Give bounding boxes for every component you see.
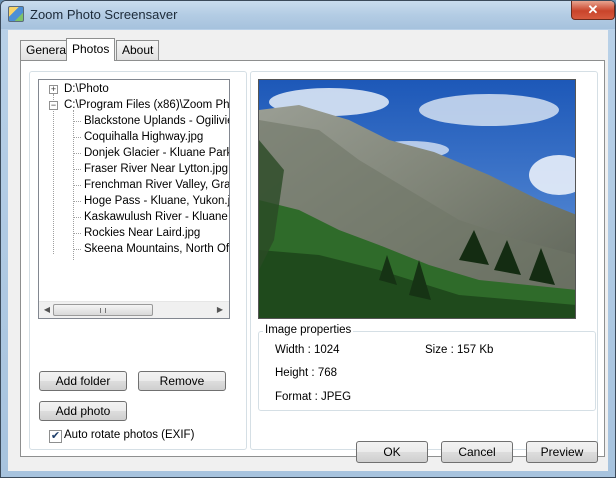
grip-icon: [100, 308, 106, 313]
close-button[interactable]: ✕: [571, 1, 615, 20]
tree-item-label: Rockies Near Laird.jpg: [84, 227, 201, 239]
tree-connector: [73, 249, 81, 250]
landscape-image: [259, 80, 575, 318]
image-height: Height : 768: [275, 367, 338, 379]
auto-rotate-checkbox[interactable]: ✔: [49, 430, 62, 443]
scroll-left-icon[interactable]: ◀: [42, 305, 52, 315]
tree-connector: [73, 169, 81, 170]
tab-photos[interactable]: Photos: [66, 38, 116, 61]
image-width: Width : 1024: [275, 344, 340, 356]
tree-item-label: Skeena Mountains, North Of K: [84, 243, 230, 255]
cancel-button[interactable]: Cancel: [441, 441, 513, 463]
image-size: Size : 157 Kb: [425, 344, 494, 356]
photo-preview: [258, 79, 576, 319]
scroll-right-icon[interactable]: ▶: [215, 305, 225, 315]
ok-button[interactable]: OK: [356, 441, 428, 463]
photos-tab-page: + D:\Photo − C:\Program Files (x86)\Zoom…: [20, 60, 605, 457]
tab-about[interactable]: About: [116, 40, 160, 60]
auto-rotate-label: Auto rotate photos (EXIF): [64, 429, 195, 441]
remove-button[interactable]: Remove: [138, 371, 226, 391]
scroll-thumb[interactable]: [53, 304, 153, 316]
plus-icon[interactable]: +: [49, 85, 58, 94]
tree-connector: [73, 121, 81, 122]
tree-item-label: Blackstone Uplands - Ogilivie I: [84, 115, 230, 127]
add-folder-button[interactable]: Add folder: [39, 371, 127, 391]
tree-item-label: Kaskawulush River - Kluane N: [84, 211, 230, 223]
tree-item-label: Hoge Pass - Kluane, Yukon.jp: [84, 195, 230, 207]
tree-item-label: Frenchman River Valley, Grass: [84, 179, 230, 191]
close-icon: ✕: [587, 2, 599, 17]
app-icon: [8, 6, 24, 22]
folder-tree[interactable]: + D:\Photo − C:\Program Files (x86)\Zoom…: [38, 79, 230, 319]
window-title: Zoom Photo Screensaver: [30, 7, 178, 22]
tree-connector: [73, 153, 81, 154]
tree-connector: [73, 201, 81, 202]
horizontal-scrollbar[interactable]: ◀ ▶: [39, 301, 229, 318]
image-format: Format : JPEG: [275, 391, 352, 403]
tree-item-label: C:\Program Files (x86)\Zoom Phot: [64, 99, 230, 111]
tree-item-label: Donjek Glacier - Kluane Park,: [84, 147, 230, 159]
add-photo-button[interactable]: Add photo: [39, 401, 127, 421]
preview-button[interactable]: Preview: [526, 441, 598, 463]
tree-item-label: Fraser River Near Lytton.jpg: [84, 163, 229, 175]
tree-connector: [73, 185, 81, 186]
tree-item-label: D:\Photo: [64, 83, 109, 95]
title-bar[interactable]: Zoom Photo Screensaver ✕: [1, 1, 615, 29]
image-properties-title: Image properties: [263, 324, 354, 336]
tree-item-label: Coquihalla Highway.jpg: [84, 131, 204, 143]
tree-connector: [53, 94, 54, 254]
dialog-client: General Photos About + D:\Photo − C:\Pro…: [8, 30, 608, 471]
tree-connector: [73, 233, 81, 234]
tree-connector: [73, 137, 81, 138]
app-window: Zoom Photo Screensaver ✕ General Photos …: [0, 0, 616, 478]
tree-connector: [73, 217, 81, 218]
minus-icon[interactable]: −: [49, 101, 58, 110]
